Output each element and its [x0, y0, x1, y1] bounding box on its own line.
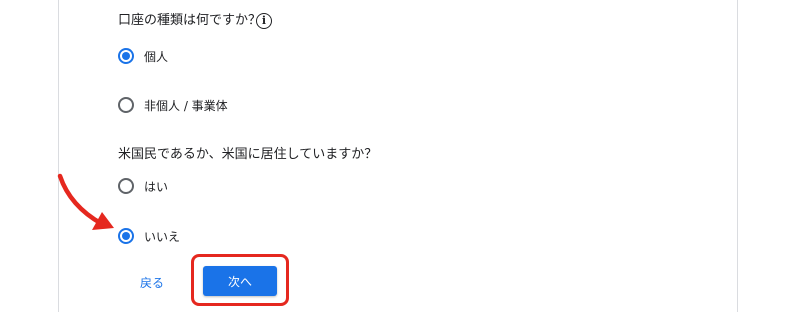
next-button[interactable]: 次へ	[203, 266, 277, 296]
radio-button-checked[interactable]	[118, 48, 134, 64]
back-button[interactable]: 戻る	[140, 274, 164, 291]
radio-button-unchecked[interactable]	[118, 178, 134, 194]
info-circle-icon[interactable]: i	[256, 13, 272, 29]
radio-option-no[interactable]: いいえ	[118, 226, 180, 246]
radio-button-unchecked[interactable]	[118, 97, 134, 113]
radio-option-individual[interactable]: 個人	[118, 46, 168, 66]
panel-border-left	[58, 0, 59, 312]
radio-label-individual: 個人	[144, 49, 169, 64]
account-type-question: 口座の種類は何ですか？	[118, 13, 262, 28]
radio-label-no: いいえ	[144, 229, 181, 244]
radio-option-non-individual[interactable]: 非個人 / 事業体	[118, 95, 228, 115]
panel-border-right	[737, 0, 738, 312]
us-resident-question: 米国民であるか、米国に居住していますか？	[118, 147, 378, 162]
radio-label-non-individual: 非個人 / 事業体	[144, 98, 228, 113]
radio-option-yes[interactable]: はい	[118, 176, 168, 196]
radio-label-yes: はい	[144, 179, 169, 194]
radio-button-checked[interactable]	[118, 228, 134, 244]
red-arrow-icon	[57, 173, 114, 230]
form-page: 口座の種類は何ですか？ i 個人 非個人 / 事業体 米国民であるか、米国に居住…	[0, 0, 800, 312]
